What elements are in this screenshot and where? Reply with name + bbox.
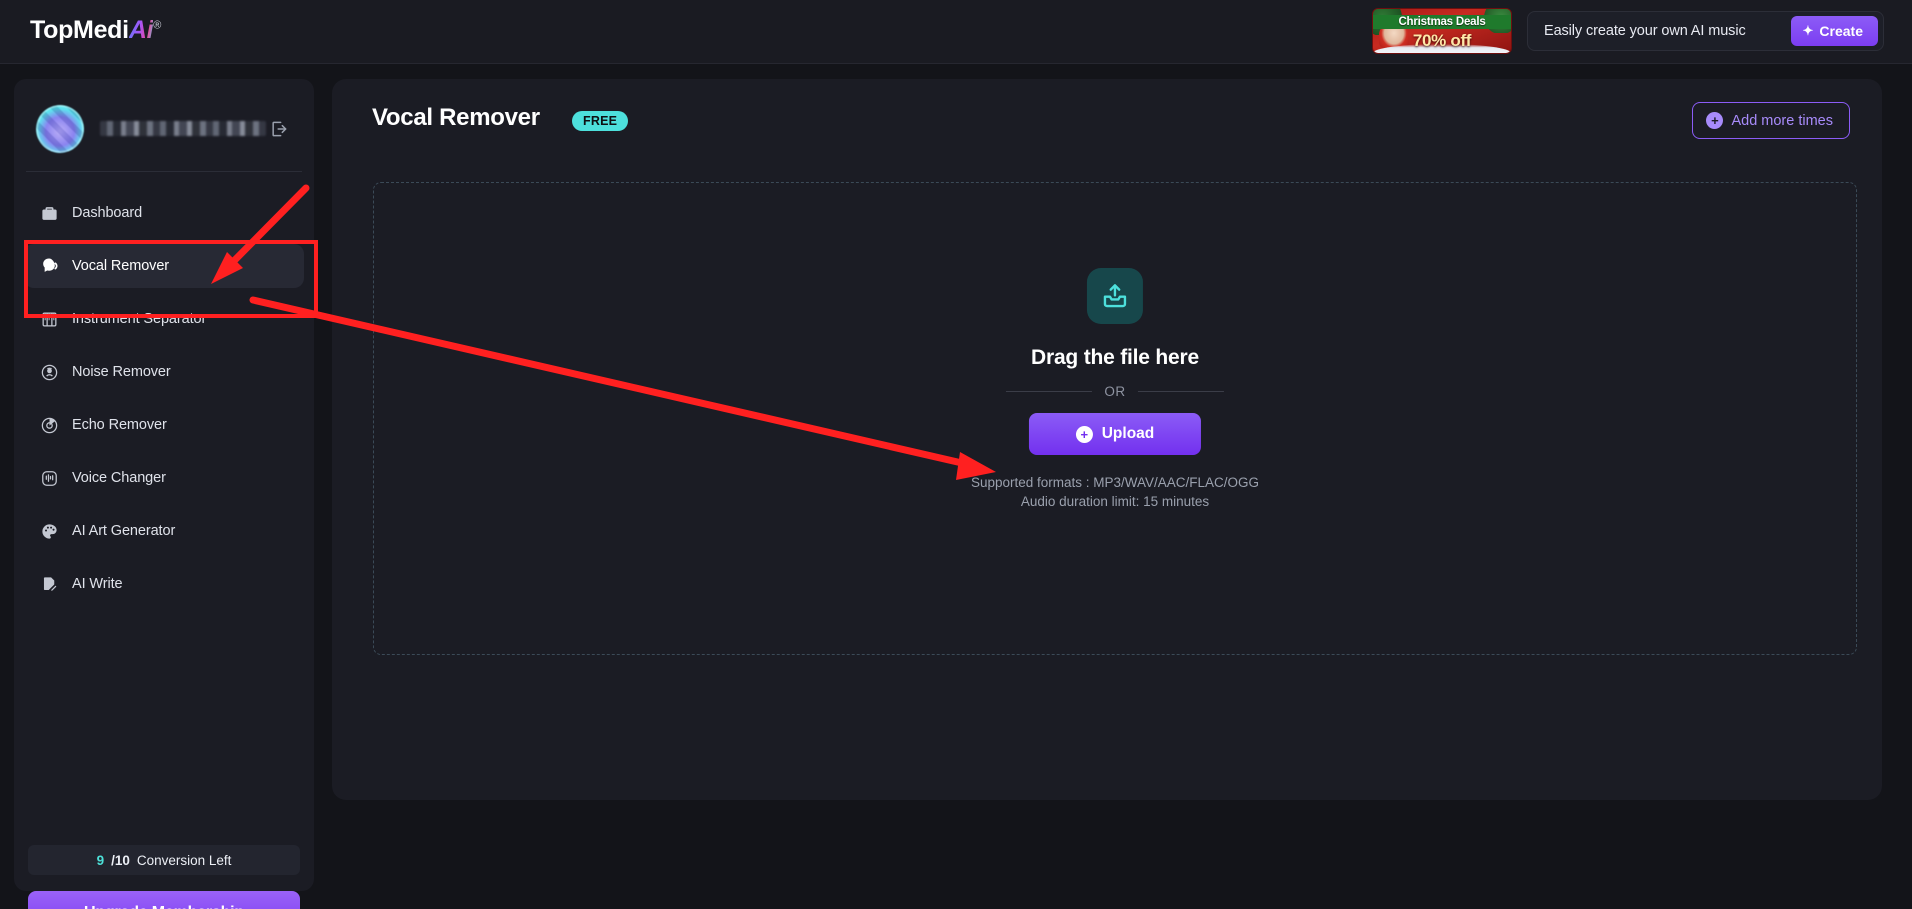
conversion-counter: 9/10 Conversion Left xyxy=(28,845,300,875)
sidebar-item-voice-changer[interactable]: Voice Changer xyxy=(24,456,304,500)
create-button[interactable]: ✦ Create xyxy=(1790,16,1878,46)
sidebar-item-label: Voice Changer xyxy=(72,470,166,486)
drag-file-label: Drag the file here xyxy=(1031,346,1199,369)
sidebar-item-label: Echo Remover xyxy=(72,417,167,433)
sidebar-item-label: AI Art Generator xyxy=(72,523,176,539)
sidebar-divider xyxy=(26,171,302,172)
echo-circle-icon xyxy=(38,414,60,436)
sidebar-item-label: Dashboard xyxy=(72,205,143,221)
palette-icon xyxy=(38,520,60,542)
file-dropzone[interactable]: Drag the file here OR + Upload Supported… xyxy=(373,182,1857,655)
logo-trademark: ® xyxy=(153,19,162,32)
sidebar-item-label: Vocal Remover xyxy=(72,258,170,274)
cta-label: Easily create your own AI music xyxy=(1544,23,1746,39)
plus-circle-icon: + xyxy=(1706,112,1724,129)
document-pen-icon xyxy=(38,573,60,595)
create-music-cta: Easily create your own AI music ✦ Create xyxy=(1527,11,1884,51)
sidebar-item-dashboard[interactable]: Dashboard xyxy=(24,191,304,235)
upgrade-membership-button[interactable]: Upgrade Membership xyxy=(28,891,300,909)
top-navigation-bar: TopMediAi® Christmas Deals 70% off Easil… xyxy=(0,0,1912,64)
sidebar-item-vocal-remover[interactable]: Vocal Remover xyxy=(24,244,304,288)
upload-button-label: Upload xyxy=(1101,425,1155,442)
or-line-left xyxy=(1006,391,1093,392)
sidebar-item-label: Noise Remover xyxy=(72,364,171,380)
logout-icon[interactable] xyxy=(269,119,289,139)
add-more-times-label: Add more times xyxy=(1731,112,1833,129)
conversion-remaining: 9 xyxy=(96,852,105,868)
page-title: Vocal Remover xyxy=(372,104,540,131)
sparkle-icon: ✦ xyxy=(1802,23,1814,38)
status-badge: FREE xyxy=(572,111,629,131)
piano-keys-icon xyxy=(38,308,60,330)
app-root: TopMediAi® Christmas Deals 70% off Easil… xyxy=(0,0,1912,909)
sidebar-item-label: AI Write xyxy=(72,576,123,592)
sidebar-item-noise-remover[interactable]: Noise Remover xyxy=(24,350,304,394)
sidebar: Dashboard Vocal Remover Instrument Separ… xyxy=(14,79,314,909)
conversion-total: /10 xyxy=(111,852,130,868)
promo-discount: 70% off xyxy=(1412,31,1472,50)
username-blurred xyxy=(100,121,266,136)
avatar xyxy=(36,105,84,153)
sidebar-nav: Dashboard Vocal Remover Instrument Separ… xyxy=(24,191,304,615)
logo-text-ai: Ai xyxy=(128,16,154,44)
logo-text-prefix: TopMedi xyxy=(30,16,129,44)
or-separator: OR xyxy=(1006,384,1224,399)
main-content-panel: Vocal Remover FREE + Add more times Drag… xyxy=(332,79,1882,800)
conversion-label: Conversion Left xyxy=(136,852,232,868)
or-label: OR xyxy=(1104,384,1126,399)
plus-circle-icon: + xyxy=(1075,425,1093,443)
add-more-times-button[interactable]: + Add more times xyxy=(1692,102,1850,139)
noise-waves-icon xyxy=(38,361,60,383)
supported-formats-label: Supported formats : MP3/WAV/AAC/FLAC/OGG xyxy=(970,475,1260,490)
voice-wave-icon xyxy=(38,467,60,489)
briefcase-icon xyxy=(38,202,60,224)
sidebar-item-ai-art-generator[interactable]: AI Art Generator xyxy=(24,509,304,553)
sidebar-item-instrument-separator[interactable]: Instrument Separator xyxy=(24,297,304,341)
audio-duration-label: Audio duration limit: 15 minutes xyxy=(1020,494,1210,509)
upload-tray-icon xyxy=(1087,268,1143,324)
upload-button[interactable]: + Upload xyxy=(1029,413,1201,455)
speech-head-icon xyxy=(38,255,60,277)
christmas-deals-banner[interactable]: Christmas Deals 70% off xyxy=(1372,8,1512,54)
or-line-right xyxy=(1137,391,1224,392)
app-logo[interactable]: TopMediAi® xyxy=(30,16,161,45)
sidebar-item-ai-write[interactable]: AI Write xyxy=(24,562,304,606)
dropzone-content: Drag the file here OR + Upload Supported… xyxy=(971,268,1259,509)
user-profile[interactable] xyxy=(26,101,302,157)
promo-headline: Christmas Deals xyxy=(1373,15,1511,29)
sidebar-item-label: Instrument Separator xyxy=(72,311,207,327)
create-button-label: Create xyxy=(1819,23,1863,39)
sidebar-item-echo-remover[interactable]: Echo Remover xyxy=(24,403,304,447)
